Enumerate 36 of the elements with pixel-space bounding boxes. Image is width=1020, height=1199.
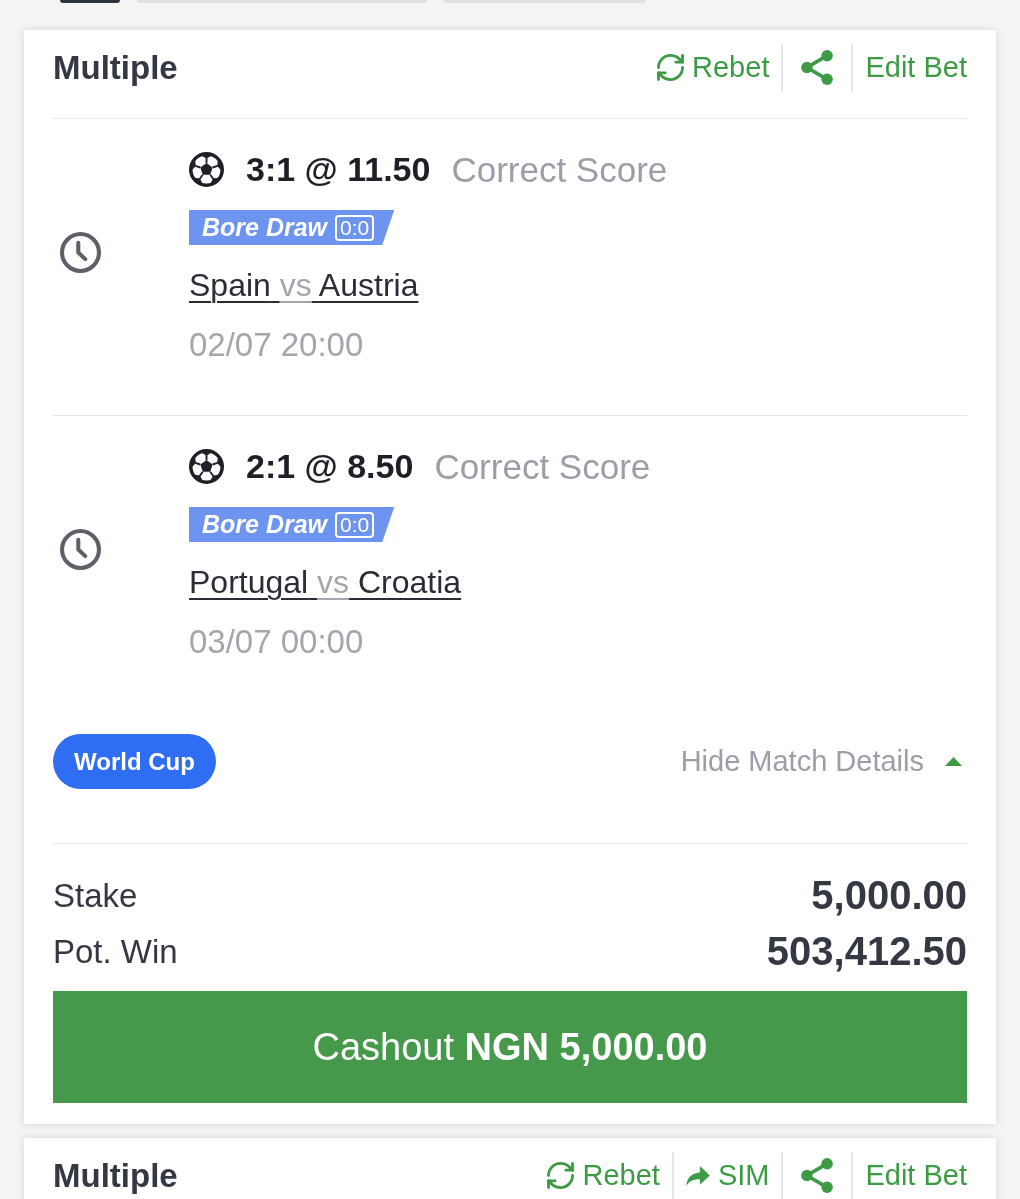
rebet-button[interactable]: Rebet (547, 1161, 672, 1190)
soccer-ball-icon (189, 448, 224, 484)
refresh-icon (547, 1162, 575, 1189)
rebet-button[interactable]: Rebet (657, 53, 782, 82)
score-box: 0:0 (335, 511, 375, 538)
share-icon (801, 1158, 834, 1193)
competition-tag: World Cup (53, 734, 216, 789)
promo-label: Bore Draw (202, 215, 328, 240)
match-link[interactable]: Portugal vs Croatia (189, 566, 462, 598)
clock-icon (60, 528, 101, 570)
market-name: Correct Score (434, 448, 651, 484)
market-name: Correct Score (451, 151, 668, 187)
potential-win-value: 503,412.50 (766, 931, 967, 971)
clock-icon (60, 231, 101, 273)
share-icon (801, 50, 834, 85)
potential-win-label: Pot. Win (53, 934, 178, 968)
stake-value: 5,000.00 (811, 875, 967, 915)
pick-odds: 2:1 @ 8.50 (246, 449, 414, 483)
cashout-button[interactable]: Cashout NGN 5,000.00 (53, 991, 967, 1103)
score-box: 0:0 (335, 214, 375, 241)
edit-bet-button[interactable]: Edit Bet (853, 53, 967, 82)
bet-type-title: Multiple (53, 51, 178, 84)
forward-arrow-icon (685, 1165, 710, 1186)
refresh-icon (657, 54, 685, 81)
filter-tab[interactable] (60, 0, 120, 3)
pick-odds: 3:1 @ 11.50 (246, 152, 431, 186)
soccer-ball-icon (189, 151, 224, 187)
edit-bet-button[interactable]: Edit Bet (853, 1161, 967, 1190)
details-toggle[interactable]: Hide Match Details (680, 747, 967, 776)
stake-label: Stake (53, 878, 138, 912)
promo-label: Bore Draw (202, 512, 328, 537)
match-link[interactable]: Spain vs Austria (189, 269, 419, 301)
bet-type-title: Multiple (53, 1159, 178, 1192)
kickoff-time: 02/07 20:00 (189, 327, 364, 361)
kickoff-time: 03/07 00:00 (189, 624, 364, 658)
sim-button[interactable]: SIM (673, 1161, 782, 1190)
